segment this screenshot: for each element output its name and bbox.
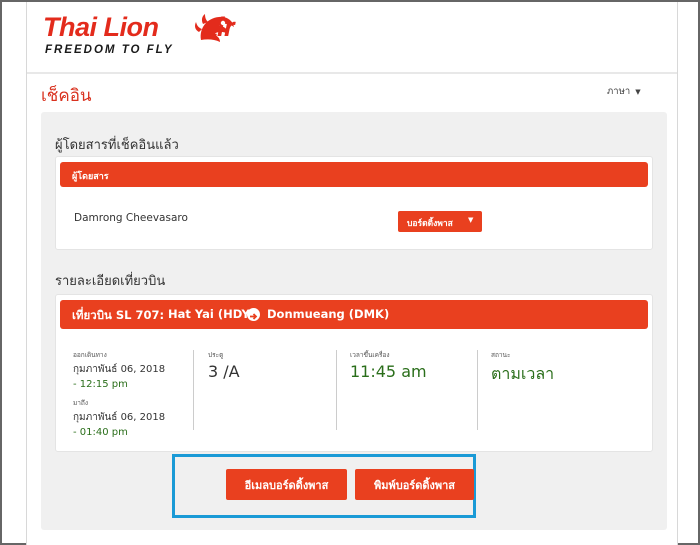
boarding-time-value: 11:45 am [350, 362, 427, 381]
column-divider [477, 350, 478, 430]
brand-name-main: Thai Lion [43, 12, 159, 42]
print-boarding-pass-button[interactable]: พิมพ์บอร์ดดิ้งพาส [355, 469, 474, 500]
status-column: สถานะ ตามเวลา [491, 350, 554, 387]
lion-logo-icon [195, 14, 234, 42]
arrival-label: มาถึง [73, 399, 89, 407]
flight-section-title: รายละเอียดเที่ยวบิน [55, 274, 166, 289]
flight-header-bar: เที่ยวบิน SL 707: Hat Yai (HDY) Donmuean… [60, 300, 648, 329]
browser-frame: Thai Lionair FREEDOM TO FLY เช็คอิน ภาษา… [0, 0, 700, 545]
arrival-time: - 01:40 pm [73, 427, 128, 438]
brand-logo[interactable]: Thai Lionair FREEDOM TO FLY [43, 12, 283, 62]
passengers-header-bar: ผู้โดยสาร [60, 162, 648, 187]
header-divider [27, 72, 677, 74]
departure-date: กุมภาพันธ์ 06, 2018 [73, 364, 166, 375]
passengers-bar-label: ผู้โดยสาร [72, 172, 109, 182]
boarding-time-label: เวลาขึ้นเครื่อง [350, 351, 390, 359]
gate-value: 3 /A [208, 362, 240, 381]
departure-time: - 12:15 pm [73, 379, 128, 390]
arrow-right-icon [247, 308, 260, 321]
arrival-date: กุมภาพันธ์ 06, 2018 [73, 412, 166, 423]
flight-destination: Donmueang (DMK) [267, 307, 390, 321]
language-selector[interactable]: ภาษา ▼ [607, 84, 641, 99]
brand-tagline: FREEDOM TO FLY [45, 44, 174, 56]
gate-column: ประตู 3 /A [208, 350, 240, 381]
status-label: สถานะ [491, 351, 511, 359]
language-label: ภาษา [607, 86, 631, 97]
departure-label: ออกเดินทาง [73, 351, 107, 359]
boarding-pass-dropdown-label: บอร์ดดิ้งพาส [407, 219, 453, 229]
caret-down-icon: ▼ [468, 216, 474, 224]
caret-down-icon: ▼ [635, 88, 641, 96]
boarding-time-column: เวลาขึ้นเครื่อง 11:45 am [350, 350, 427, 381]
flight-times: ออกเดินทาง กุมภาพันธ์ 06, 2018 - 12:15 p… [73, 350, 193, 438]
email-boarding-pass-button[interactable]: อีเมลบอร์ดดิ้งพาส [226, 469, 347, 500]
passengers-section-title: ผู้โดยสารที่เช็คอินแล้ว [55, 138, 179, 153]
passengers-card: ผู้โดยสาร Damrong Cheevasaro บอร์ดดิ้งพา… [55, 156, 653, 250]
status-value: ตามเวลา [491, 364, 555, 383]
boarding-pass-dropdown[interactable]: บอร์ดดิ้งพาส ▼ [398, 211, 482, 232]
page-title: เช็คอิน [41, 86, 92, 106]
passenger-name: Damrong Cheevasaro [74, 212, 188, 224]
flight-number: เที่ยวบิน SL 707: [72, 308, 165, 322]
gate-label: ประตู [208, 351, 224, 359]
column-divider [336, 350, 337, 430]
flight-origin: Hat Yai (HDY) [168, 307, 256, 321]
flight-card: เที่ยวบิน SL 707: Hat Yai (HDY) Donmuean… [55, 294, 653, 452]
column-divider [193, 350, 194, 430]
